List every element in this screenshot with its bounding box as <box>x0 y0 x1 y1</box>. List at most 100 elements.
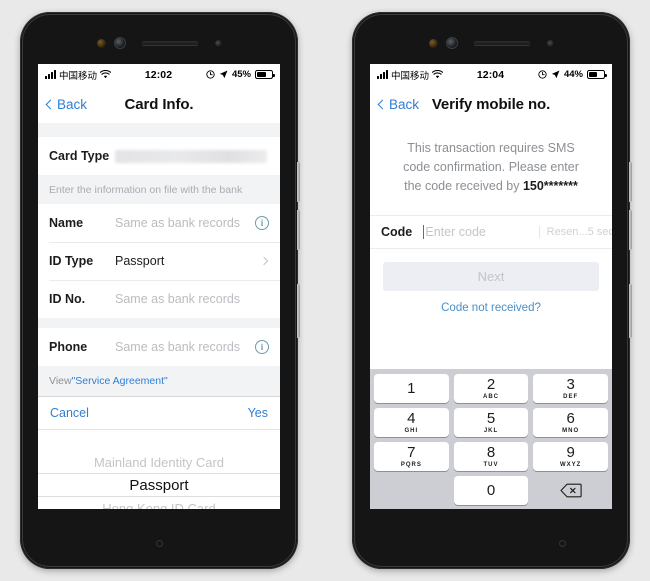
code-input-row[interactable]: Code Enter code Resen...5 sec. <box>370 215 612 250</box>
volume-down-button-right[interactable] <box>629 210 632 250</box>
key-4[interactable]: 4 GHI <box>374 408 449 437</box>
masked-phone-number: 150******* <box>522 178 578 193</box>
key-1[interactable]: 1 <box>374 374 449 403</box>
key-5[interactable]: 5 JKL <box>453 408 529 437</box>
key-letters: JKL <box>483 428 499 434</box>
key-number: 6 <box>566 410 575 427</box>
back-button-right[interactable]: Back <box>377 96 420 112</box>
key-letters: WXYZ <box>560 462 582 468</box>
key-6[interactable]: 6 MNO <box>533 408 609 437</box>
key-2[interactable]: 2 ABC <box>453 374 529 403</box>
field-label-name: Name <box>49 216 84 230</box>
volume-up-button-right[interactable] <box>629 162 632 202</box>
light-sensor-icon <box>546 39 554 47</box>
key-letters: TUV <box>483 462 499 468</box>
service-agreement-link[interactable]: "Service Agreement" <box>72 375 168 387</box>
text-caret <box>423 225 425 240</box>
key-number: 7 <box>407 444 416 461</box>
phone-device-right: 中国移动 12:04 44% Back Verify mobile no. Th… <box>352 12 632 569</box>
key-number: 8 <box>486 444 496 461</box>
field-row-id-type[interactable]: ID Type Passport <box>38 242 280 280</box>
picker-cancel-button[interactable]: Cancel <box>50 406 89 420</box>
key-9[interactable]: 9 WXYZ <box>533 442 609 471</box>
earpiece-speaker <box>141 41 198 45</box>
volume-down-button-left[interactable] <box>297 210 300 250</box>
phone-top-bezel-left <box>20 36 298 50</box>
wifi-icon <box>432 70 444 79</box>
field-row-name[interactable]: Name Same as bank records i <box>38 204 280 242</box>
earpiece-speaker <box>473 41 530 45</box>
phone-top-bezel-right <box>352 36 630 50</box>
verification-message: This transaction requires SMS code confi… <box>370 123 612 216</box>
card-type-row[interactable]: Card Type <box>38 137 280 175</box>
info-icon[interactable]: i <box>255 340 269 354</box>
signal-bars-icon <box>45 70 56 79</box>
status-bar-right: 中国移动 12:04 44% <box>370 64 612 85</box>
field-value-name[interactable]: Same as bank records <box>115 216 255 230</box>
battery-icon <box>587 70 607 79</box>
field-value-id-no[interactable]: Same as bank records <box>115 292 269 306</box>
carrier-label: 中国移动 <box>59 70 98 82</box>
picker-option-passport[interactable]: Passport <box>38 473 280 497</box>
power-button-left[interactable] <box>297 284 300 338</box>
card-type-label: Card Type <box>49 149 110 163</box>
keypad-row: 1 2 ABC 3 DEF <box>374 374 609 403</box>
back-button-label: Back <box>389 96 420 112</box>
home-indicator-dot <box>559 540 566 547</box>
field-row-phone[interactable]: Phone Same as bank records i <box>38 328 280 366</box>
picker-confirm-button[interactable]: Yes <box>248 406 268 420</box>
picker-option-mainland[interactable]: Mainland Identity Card <box>38 451 280 473</box>
code-input-field[interactable]: Enter code <box>423 225 517 240</box>
alarm-icon <box>538 70 547 79</box>
key-letters: PQRS <box>400 462 422 468</box>
field-label-phone: Phone <box>49 340 88 354</box>
key-7[interactable]: 7 PQRS <box>374 442 449 471</box>
key-number: 5 <box>486 410 496 427</box>
section-gap <box>38 123 280 137</box>
key-delete[interactable] <box>533 476 608 505</box>
key-3[interactable]: 3 DEF <box>533 374 609 403</box>
resend-timer-button[interactable]: Resen...5 sec. <box>538 226 612 239</box>
code-not-received-link[interactable]: Code not received? <box>370 291 612 314</box>
id-type-action-sheet: Cancel Yes Mainland Identity Card Passpo… <box>38 396 280 509</box>
key-number: 9 <box>566 444 575 461</box>
key-number: 2 <box>486 376 496 393</box>
info-icon[interactable]: i <box>255 216 269 230</box>
wifi-icon <box>100 70 112 79</box>
alarm-icon <box>206 70 215 79</box>
key-blank <box>374 476 449 505</box>
chevron-right-icon <box>259 256 269 266</box>
section-gap <box>38 318 280 328</box>
carrier-label: 中国移动 <box>391 70 430 82</box>
battery-percent-label: 45% <box>231 69 251 80</box>
code-label: Code <box>381 225 413 240</box>
phone-device-left: 中国移动 12:02 45% Back Card Info. Card Type… <box>20 12 300 569</box>
front-camera-icon <box>446 38 457 48</box>
power-button-right[interactable] <box>629 284 632 338</box>
phone-bottom-bezel-left <box>20 540 298 547</box>
key-0[interactable]: 0 <box>453 476 529 505</box>
back-button-left[interactable]: Back <box>45 97 87 112</box>
phone-screen-right: 中国移动 12:04 44% Back Verify mobile no. Th… <box>370 64 612 509</box>
home-indicator-dot <box>155 540 163 547</box>
key-8[interactable]: 8 TUV <box>453 442 529 471</box>
status-bar-time: 12:02 <box>144 68 173 81</box>
service-agreement-row[interactable]: View"Service Agreement" <box>38 366 280 396</box>
next-button[interactable]: Next <box>383 262 599 292</box>
delete-backspace-icon <box>560 483 582 498</box>
field-label-id-type: ID Type <box>49 254 94 268</box>
location-arrow-icon <box>551 70 560 79</box>
screenshot-stage: 中国移动 12:02 45% Back Card Info. Card Type… <box>0 0 650 581</box>
form-hint-text: Enter the information on file with the b… <box>38 175 280 204</box>
key-number: 0 <box>486 482 496 499</box>
field-row-id-no[interactable]: ID No. Same as bank records <box>38 280 280 318</box>
phone-screen-left: 中国移动 12:02 45% Back Card Info. Card Type… <box>38 64 280 509</box>
field-value-phone[interactable]: Same as bank records <box>115 340 255 354</box>
volume-up-button-left[interactable] <box>297 162 300 202</box>
status-bar-left: 中国移动 12:02 45% <box>38 64 280 85</box>
picker-option-hongkong[interactable]: Hong Kong ID Card <box>38 497 280 510</box>
id-type-picker-wheel[interactable]: Mainland Identity Card Passport Hong Kon… <box>38 430 280 509</box>
key-letters: MNO <box>562 428 580 434</box>
keypad-row: 0 <box>374 476 608 505</box>
key-number: 4 <box>407 410 416 427</box>
